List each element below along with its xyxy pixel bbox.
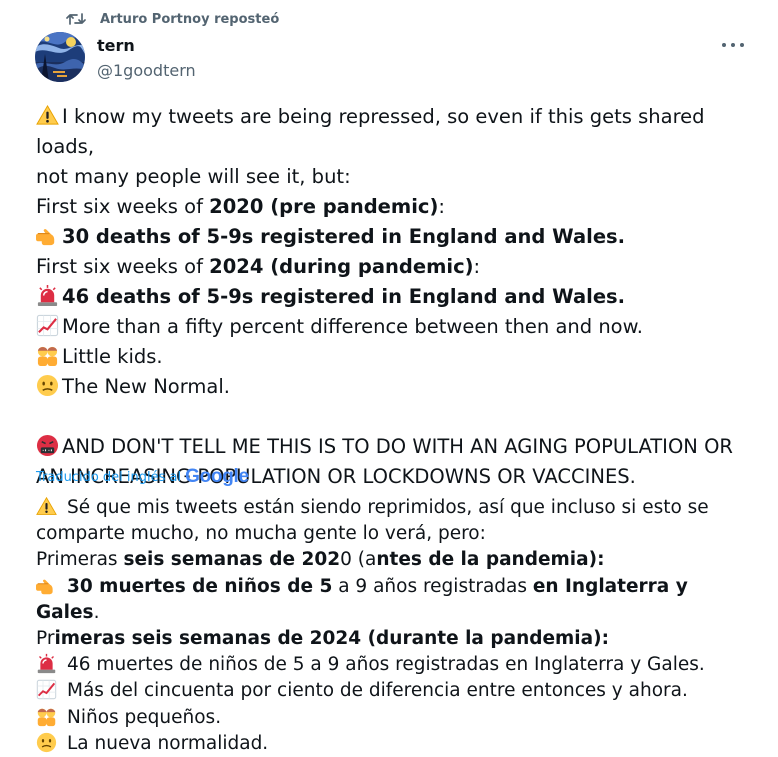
tweet-text: I know my tweets are being repressed, so… [36, 102, 756, 492]
translation-label: Traducido del inglés al [36, 469, 182, 485]
siren-icon [36, 284, 59, 307]
tweet-line: AND DON'T TELL ME THIS IS TO DO WITH AN … [36, 432, 756, 462]
confused-face-icon [36, 732, 57, 753]
tweet-line: I know my tweets are being repressed, so… [36, 104, 705, 158]
tweet-line: 46 deaths of 5-9s registered in England … [36, 282, 756, 312]
translated-line: La nueva normalidad. [36, 731, 756, 757]
tweet-line: More than a fifty percent difference bet… [36, 312, 756, 342]
repost-icon [66, 10, 86, 28]
siren-icon [36, 653, 57, 674]
translated-line: Más del cincuenta por ciento de diferenc… [36, 678, 756, 704]
cursing-face-icon [36, 434, 59, 457]
chart-increasing-icon [36, 314, 59, 337]
translated-line: Sé que mis tweets están siendo reprimido… [36, 495, 756, 521]
translation-attribution[interactable]: Traducido del inglés al Google [36, 466, 249, 488]
kids-icon [36, 706, 57, 727]
pointing-hand-icon [36, 224, 59, 247]
author-handle[interactable]: @1goodtern [97, 61, 196, 80]
tweet-line: not many people will see it, but: [36, 165, 351, 188]
confused-face-icon [36, 374, 59, 397]
warning-icon [36, 104, 59, 127]
repost-text: Arturo Portnoy reposteó [100, 11, 280, 27]
avatar[interactable] [35, 32, 85, 82]
more-icon[interactable] [722, 38, 744, 52]
translated-line: Primeras seis semanas de 2024 (durante l… [36, 628, 609, 650]
tweet-line: Little kids. [36, 342, 756, 372]
google-logo: Google [185, 466, 249, 487]
repost-header[interactable]: Arturo Portnoy reposteó [66, 9, 279, 29]
author-name[interactable]: tern [97, 36, 135, 55]
tweet-line: First six weeks of 2020 (pre pandemic): [36, 195, 445, 218]
tweet-line: First six weeks of 2024 (during pandemic… [36, 255, 481, 278]
tweet-line: 30 deaths of 5-9s registered in England … [36, 222, 756, 252]
tweet-line: The New Normal. [36, 372, 756, 402]
translated-line: Niños pequeños. [36, 705, 756, 731]
translated-line: 30 muertes de niños de 5 a 9 años regist… [36, 575, 688, 623]
translated-line: Primeras seis semanas de 2020 (antes de … [36, 549, 605, 571]
warning-icon [36, 496, 57, 517]
kids-icon [36, 344, 59, 367]
translated-text: Sé que mis tweets están siendo reprimido… [36, 495, 756, 757]
translated-line: 46 muertes de niños de 5 a 9 años regist… [36, 652, 756, 678]
translated-line: comparte mucho, no mucha gente lo verá, … [36, 523, 486, 545]
chart-increasing-icon [36, 679, 57, 700]
pointing-hand-icon [36, 575, 57, 596]
